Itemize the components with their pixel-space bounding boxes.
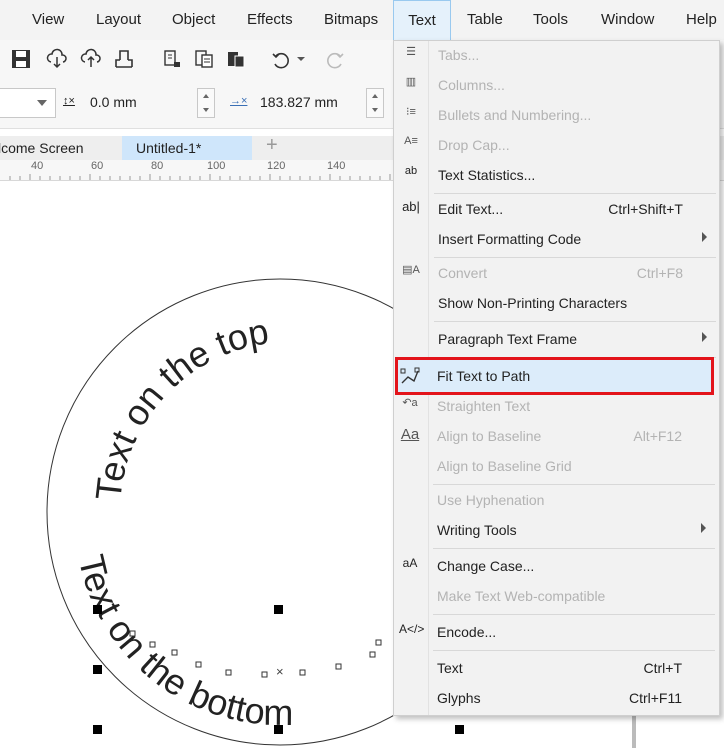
menu-effects[interactable]: Effects <box>247 0 293 40</box>
menu-item-show-non-printing[interactable]: Show Non-Printing Characters <box>394 289 719 319</box>
cloud-upload-icon[interactable] <box>80 48 102 70</box>
menu-bar: View Layout Object Effects Bitmaps Text … <box>0 0 724 40</box>
cloud-download-icon[interactable] <box>46 48 68 70</box>
submenu-arrow-icon <box>701 523 706 533</box>
menu-item-text[interactable]: Text Ctrl+T <box>393 654 718 684</box>
menu-item-align-to-baseline-grid[interactable]: Align to Baseline Grid <box>393 452 718 482</box>
menu-item-tabs[interactable]: ☰ Tabs... <box>394 41 719 71</box>
menu-bitmaps[interactable]: Bitmaps <box>324 0 378 40</box>
menu-item-glyphs[interactable]: Glyphs Ctrl+F11 <box>393 684 718 714</box>
menu-item-edit-text[interactable]: ab| Edit Text... Ctrl+Shift+T <box>394 195 719 225</box>
menu-separator <box>433 548 715 549</box>
menu-item-use-hyphenation[interactable]: Use Hyphenation <box>393 486 718 516</box>
encode-icon: A</> <box>399 622 425 636</box>
redo-icon[interactable] <box>324 48 346 70</box>
menu-item-change-case[interactable]: aA Change Case... <box>393 552 718 582</box>
export-icon[interactable] <box>193 48 215 70</box>
straighten-text-icon: ↶a <box>402 397 418 409</box>
top-path-text[interactable]: Text on the top <box>87 310 271 502</box>
fit-text-to-path-icon <box>400 367 420 384</box>
menu-item-bullets[interactable]: ⁝≡ Bullets and Numbering... <box>394 101 719 131</box>
ruler-label: 120 <box>267 160 286 172</box>
tabs-icon: ☰ <box>406 46 416 58</box>
menu-object[interactable]: Object <box>172 0 215 40</box>
undo-dropdown-icon[interactable] <box>296 48 306 70</box>
menu-separator <box>434 193 716 194</box>
menu-item-encode[interactable]: A</> Encode... <box>393 618 718 648</box>
preset-dropdown[interactable] <box>0 88 56 118</box>
bullets-icon: ⁝≡ <box>406 106 416 118</box>
menu-table[interactable]: Table <box>467 0 503 40</box>
menu-item-columns[interactable]: ▥ Columns... <box>394 71 719 101</box>
clipboard-icon[interactable] <box>225 48 247 70</box>
selection-handle[interactable] <box>93 665 102 674</box>
ruler-label: 80 <box>151 160 164 172</box>
ruler-label: 40 <box>31 160 44 172</box>
text-statistics-icon: ab <box>404 165 418 177</box>
submenu-arrow-icon <box>702 332 707 342</box>
width-value: 183.827 mm <box>260 94 338 110</box>
bottom-path-text[interactable]: Text on the bottom <box>71 551 294 733</box>
edit-text-icon: ab| <box>402 199 420 214</box>
menu-separator <box>433 650 715 651</box>
x-position-field[interactable]: 0.0 mm <box>60 88 190 118</box>
import-icon[interactable] <box>161 48 183 70</box>
menu-window[interactable]: Window <box>601 0 654 40</box>
menu-layout[interactable]: Layout <box>96 0 141 40</box>
columns-icon: ▥ <box>405 76 417 88</box>
selection-handle[interactable] <box>93 605 102 614</box>
menu-view[interactable]: View <box>32 0 64 40</box>
menu-item-drop-cap[interactable]: A≡ Drop Cap... <box>394 131 719 161</box>
selection-handle[interactable] <box>274 605 283 614</box>
menu-item-convert[interactable]: ▤A Convert Ctrl+F8 <box>394 259 719 289</box>
menu-item-make-text-web-compatible[interactable]: Make Text Web-compatible <box>393 582 718 612</box>
tab-welcome-screen[interactable]: lcome Screen <box>0 136 116 160</box>
menu-item-fit-text-to-path[interactable]: Fit Text to Path <box>393 362 718 392</box>
stepper-arrows-icon <box>372 94 378 112</box>
chevron-down-icon <box>37 100 47 106</box>
menu-separator <box>434 321 716 322</box>
drop-cap-icon: A≡ <box>404 135 418 147</box>
align-baseline-icon: Aa <box>400 426 420 443</box>
submenu-arrow-icon <box>702 232 707 242</box>
menu-item-paragraph-text-frame[interactable]: Paragraph Text Frame <box>394 325 719 355</box>
menu-separator <box>433 614 715 615</box>
center-marker-icon: × <box>276 664 284 679</box>
convert-icon: ▤A <box>402 264 420 276</box>
x-position-value: 0.0 mm <box>90 94 137 110</box>
menu-item-align-to-baseline[interactable]: Aa Align to Baseline Alt+F12 <box>393 422 718 452</box>
menu-separator <box>434 257 716 258</box>
ruler-label: 140 <box>327 160 346 172</box>
undo-icon[interactable] <box>270 48 292 70</box>
menu-item-text-statistics[interactable]: ab Text Statistics... <box>394 161 719 191</box>
selection-handle[interactable] <box>455 725 464 734</box>
text-menu-lower: Fit Text to Path ↶a Straighten Text Aa A… <box>393 360 720 716</box>
menu-item-writing-tools[interactable]: Writing Tools <box>393 516 718 546</box>
menu-text[interactable]: Text <box>393 0 451 40</box>
print-icon[interactable] <box>113 48 135 70</box>
ruler-label: 60 <box>91 160 104 172</box>
selection-handle[interactable] <box>274 725 283 734</box>
save-icon[interactable] <box>10 48 32 70</box>
ruler-label: 100 <box>207 160 226 172</box>
new-tab-plus-icon[interactable]: + <box>266 134 278 157</box>
change-case-icon: aA <box>402 556 418 570</box>
menu-item-insert-formatting-code[interactable]: Insert Formatting Code <box>394 225 719 255</box>
width-field[interactable]: 183.827 mm <box>226 88 356 118</box>
menu-help[interactable]: Help <box>686 0 717 40</box>
menu-item-straighten-text[interactable]: ↶a Straighten Text <box>393 392 718 422</box>
selection-handle[interactable] <box>93 725 102 734</box>
tab-untitled[interactable]: Untitled-1* <box>136 136 201 160</box>
menu-separator <box>433 484 715 485</box>
menu-tools[interactable]: Tools <box>533 0 568 40</box>
stepper-arrows-icon <box>203 94 209 112</box>
